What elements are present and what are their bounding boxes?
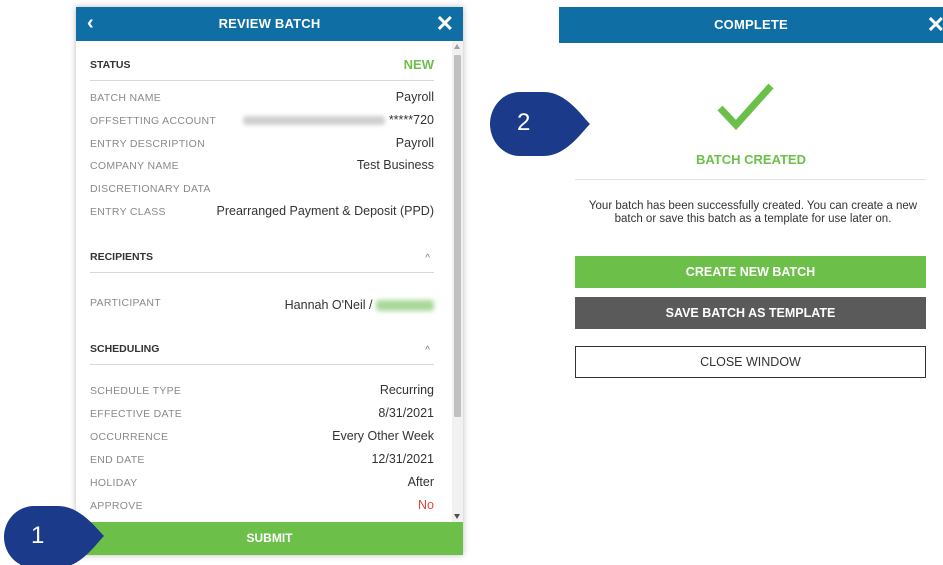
field-value: *****720 (388, 113, 434, 127)
field-row-company-name: COMPANY NAME Test Business (90, 158, 434, 174)
callout-marker-icon (490, 92, 590, 156)
field-value-wrap: Hannah O'Neil / (285, 298, 434, 312)
field-label: SCHEDULE TYPE (90, 385, 182, 397)
field-row-entry-class: ENTRY CLASS Prearranged Payment & Deposi… (90, 204, 434, 220)
checkmark-icon (717, 83, 774, 131)
field-label: EFFECTIVE DATE (90, 408, 183, 420)
complete-panel: COMPLETE ✕ (559, 7, 943, 43)
field-value: Test Business (356, 158, 434, 172)
field-label: BATCH NAME (90, 92, 162, 104)
field-row-participant: PARTICIPANT Hannah O'Neil / (90, 295, 434, 312)
participant-name: Hannah O'Neil / (284, 298, 373, 312)
field-value: Prearranged Payment & Deposit (PPD) (216, 204, 434, 218)
review-batch-panel: ‹ REVIEW BATCH ✕ STATUS NEW BATCH NAME P… (76, 7, 463, 555)
field-value: Every Other Week (332, 429, 434, 443)
close-icon[interactable]: ✕ (436, 7, 454, 40)
redacted-amount (376, 300, 434, 312)
schedule-row-type: SCHEDULE TYPE Recurring (90, 383, 434, 399)
scrollbar[interactable] (452, 41, 463, 522)
schedule-row-occurrence: OCCURRENCE Every Other Week (90, 429, 434, 445)
status-label: STATUS (90, 59, 131, 71)
field-value: Payroll (395, 90, 434, 104)
field-label: END DATE (90, 454, 145, 466)
status-badge: NEW (403, 57, 434, 72)
review-batch-content: STATUS NEW BATCH NAME Payroll OFFSETTING… (76, 41, 452, 522)
divider (90, 272, 434, 273)
field-label: ENTRY DESCRIPTION (90, 138, 205, 150)
field-label: COMPANY NAME (90, 160, 179, 172)
save-batch-as-template-button[interactable]: SAVE BATCH AS TEMPLATE (575, 297, 926, 329)
schedule-row-effective-date: EFFECTIVE DATE 8/31/2021 (90, 406, 434, 422)
schedule-row-end-date: END DATE 12/31/2021 (90, 452, 434, 468)
field-value-wrap: *****720 (242, 113, 434, 127)
field-value: 8/31/2021 (378, 406, 434, 420)
field-label: ENTRY CLASS (90, 206, 166, 218)
step-1-callout: 1 (4, 506, 108, 565)
field-label: PARTICIPANT (90, 297, 161, 309)
collapse-icon[interactable]: ^ (425, 253, 430, 264)
step-2-number: 2 (517, 109, 531, 136)
review-batch-header: ‹ REVIEW BATCH ✕ (76, 7, 463, 41)
field-value: After (407, 475, 434, 489)
schedule-row-approve: APPROVE No (90, 498, 434, 514)
success-message: Your batch has been successfully created… (588, 200, 918, 225)
divider (575, 179, 926, 180)
collapse-icon[interactable]: ^ (425, 345, 430, 356)
recipients-section-title: RECIPIENTS (90, 251, 154, 263)
complete-header: COMPLETE ✕ (559, 7, 943, 43)
batch-created-heading: BATCH CREATED (695, 152, 806, 167)
create-new-batch-button[interactable]: CREATE NEW BATCH (575, 256, 926, 288)
schedule-row-holiday: HOLIDAY After (90, 475, 434, 491)
divider (90, 364, 434, 365)
complete-title: COMPLETE (714, 17, 788, 32)
step-1-number: 1 (31, 522, 45, 549)
callout-marker-icon (4, 506, 104, 565)
field-value: Payroll (395, 136, 434, 150)
review-batch-title: REVIEW BATCH (218, 16, 321, 31)
field-row-entry-description: ENTRY DESCRIPTION Payroll (90, 136, 434, 152)
field-label: HOLIDAY (90, 477, 138, 489)
field-value: Recurring (379, 383, 434, 397)
scrollbar-thumb[interactable] (454, 55, 461, 417)
step-2-callout: 2 (490, 92, 594, 156)
field-label: OCCURRENCE (90, 431, 169, 443)
field-row-offsetting-account: OFFSETTING ACCOUNT *****720 (90, 113, 434, 129)
scroll-down-icon[interactable] (454, 514, 460, 519)
field-value: No (418, 498, 434, 512)
field-value: 12/31/2021 (371, 452, 434, 466)
field-row-discretionary-data: DISCRETIONARY DATA (90, 181, 434, 197)
divider (90, 80, 434, 81)
field-label: OFFSETTING ACCOUNT (90, 115, 217, 127)
field-label: DISCRETIONARY DATA (90, 183, 211, 195)
scroll-up-icon[interactable] (454, 44, 460, 49)
submit-button[interactable]: SUBMIT (76, 522, 463, 555)
redacted-account-name (242, 116, 385, 126)
scheduling-section-title: SCHEDULING (90, 343, 160, 355)
close-window-button[interactable]: CLOSE WINDOW (575, 346, 926, 378)
field-row-batch-name: BATCH NAME Payroll (90, 90, 434, 106)
close-icon[interactable]: ✕ (927, 7, 943, 42)
